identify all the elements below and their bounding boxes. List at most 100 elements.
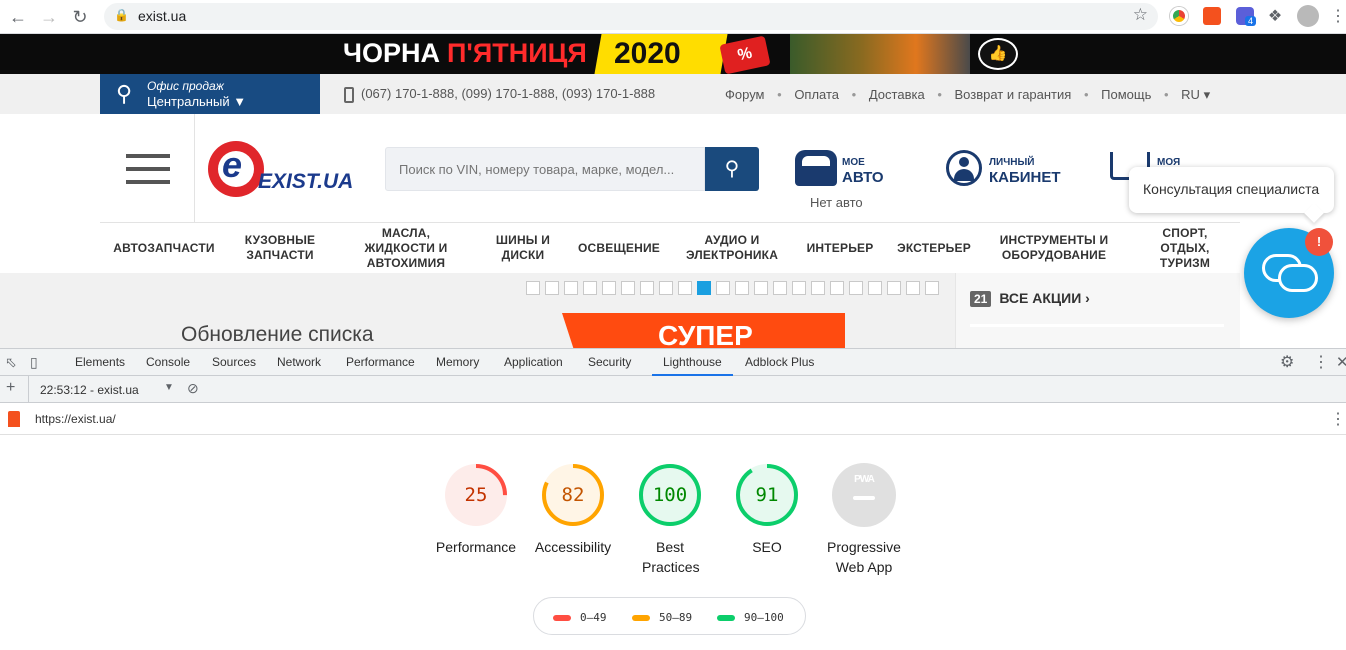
- tab-sources[interactable]: Sources: [212, 349, 256, 376]
- gauge-performance[interactable]: 25: [443, 462, 509, 528]
- category-nav: АВТОЗАПЧАСТИ КУЗОВНЫЕ ЗАПЧАСТИ МАСЛА, ЖИ…: [100, 223, 1240, 273]
- extension-icon[interactable]: 4: [1236, 7, 1257, 26]
- slider-dot[interactable]: [678, 281, 692, 295]
- gauge-label-pwa[interactable]: Progressive Web App: [804, 537, 924, 577]
- link-delivery[interactable]: Доставка: [869, 87, 925, 102]
- menu-kebab-icon[interactable]: ⋮: [1326, 5, 1346, 29]
- slider-dot[interactable]: [583, 281, 597, 295]
- gauge-accessibility[interactable]: 82: [540, 462, 606, 528]
- tab-application[interactable]: Application: [504, 349, 563, 376]
- bookmark-star-icon[interactable]: ☆: [1133, 5, 1148, 25]
- report-selector[interactable]: 22:53:12 - exist.ua: [40, 383, 139, 397]
- device-toolbar-icon[interactable]: ▯: [30, 349, 38, 376]
- slider-dot[interactable]: [811, 281, 825, 295]
- category-interior[interactable]: ИНТЕРЬЕР: [800, 223, 880, 273]
- slider-dot[interactable]: [621, 281, 635, 295]
- slider-dot[interactable]: [906, 281, 920, 295]
- gauge-seo[interactable]: 91: [734, 462, 800, 528]
- category-exterior[interactable]: ЭКСТЕРЬЕР: [892, 223, 976, 273]
- puzzle-icon[interactable]: ❖: [1263, 5, 1287, 29]
- category-lighting[interactable]: ОСВЕЩЕНИЕ: [570, 223, 668, 273]
- slide-title: Обновление списка: [181, 323, 374, 346]
- slider-dot[interactable]: [602, 281, 616, 295]
- promo-banner[interactable]: ЧОРНА П'ЯТНИЦЯ 2020 % 👍: [0, 34, 1346, 75]
- tab-elements[interactable]: Elements: [75, 349, 125, 376]
- slider-dot[interactable]: [868, 281, 882, 295]
- tab-lighthouse[interactable]: Lighthouse: [652, 349, 733, 376]
- browser-toolbar: ← → ↻ 🔒 exist.ua ☆ 4 ❖ ⋮: [0, 0, 1346, 34]
- tab-memory[interactable]: Memory: [436, 349, 479, 376]
- slider-dot[interactable]: [564, 281, 578, 295]
- new-report-plus-icon[interactable]: +: [6, 379, 15, 397]
- phone-icon: [344, 86, 354, 103]
- report-dropdown-icon[interactable]: ▼: [164, 382, 174, 393]
- search-input[interactable]: [399, 148, 699, 190]
- language-selector[interactable]: RU ▾: [1181, 87, 1210, 102]
- gauge-best-practices[interactable]: 100: [637, 462, 703, 528]
- tab-adblock-plus[interactable]: Adblock Plus: [745, 349, 814, 376]
- slider-dot[interactable]: [735, 281, 749, 295]
- slider-dot[interactable]: [659, 281, 673, 295]
- devtools-menu-icon[interactable]: ⋮: [1313, 349, 1329, 376]
- slider-pagination[interactable]: [526, 281, 944, 295]
- location-pin-icon: ⚲: [116, 81, 133, 106]
- slider-dot[interactable]: [887, 281, 901, 295]
- tab-security[interactable]: Security: [588, 349, 631, 376]
- hamburger-menu-icon[interactable]: [126, 154, 170, 184]
- avatar[interactable]: [1297, 5, 1319, 27]
- slider-dot[interactable]: [830, 281, 844, 295]
- back-icon[interactable]: ←: [6, 5, 30, 29]
- clear-reports-icon[interactable]: ⊘: [187, 380, 199, 397]
- settings-gear-icon[interactable]: ⚙: [1280, 349, 1294, 376]
- tools-image: [790, 34, 970, 74]
- slider-dot[interactable]: [773, 281, 787, 295]
- report-menu-icon[interactable]: ⋮: [1330, 409, 1346, 429]
- inspect-element-icon[interactable]: ⬁: [5, 349, 17, 376]
- category-audio[interactable]: АУДИО И ЭЛЕКТРОНИКА: [680, 223, 784, 273]
- link-help[interactable]: Помощь: [1101, 87, 1151, 102]
- category-tires[interactable]: ШИНЫ И ДИСКИ: [495, 223, 551, 273]
- slider-dot[interactable]: [640, 281, 654, 295]
- category-body-parts[interactable]: КУЗОВНЫЕ ЗАПЧАСТИ: [238, 223, 322, 273]
- slider-dot[interactable]: [545, 281, 559, 295]
- promo-count: 21: [970, 291, 992, 307]
- all-promotions-link[interactable]: 21 ВСЕ АКЦИИ ›: [970, 290, 1090, 307]
- office-name: Центральный ▼: [147, 94, 247, 109]
- user-icon[interactable]: [946, 150, 982, 186]
- tab-console[interactable]: Console: [146, 349, 190, 376]
- legend-pass: 90–100: [717, 611, 784, 624]
- search-field[interactable]: [385, 147, 705, 191]
- consult-tooltip[interactable]: Консультация специалиста: [1129, 167, 1334, 213]
- lighthouse-extension-icon[interactable]: [1203, 7, 1221, 25]
- site-logo[interactable]: e EXIST.UA: [208, 141, 358, 199]
- category-oils[interactable]: МАСЛА, ЖИДКОСТИ И АВТОХИМИЯ: [352, 223, 460, 273]
- link-forum[interactable]: Форум: [725, 87, 765, 102]
- gauge-pwa[interactable]: PWA: [831, 462, 897, 528]
- car-icon[interactable]: [795, 150, 837, 186]
- report-url[interactable]: https://exist.ua/: [35, 412, 116, 426]
- slider-dot[interactable]: [849, 281, 863, 295]
- tab-network[interactable]: Network: [277, 349, 321, 376]
- lock-icon: 🔒: [114, 8, 129, 22]
- slider-dot[interactable]: [925, 281, 939, 295]
- address-bar[interactable]: 🔒 exist.ua ☆: [104, 3, 1158, 30]
- slider-dot[interactable]: [697, 281, 711, 295]
- chrome-extension-icon[interactable]: [1170, 7, 1188, 25]
- link-payment[interactable]: Оплата: [794, 87, 839, 102]
- category-sport[interactable]: СПОРТ, ОТДЫХ, ТУРИЗМ: [1152, 223, 1218, 273]
- forward-icon[interactable]: →: [37, 5, 61, 29]
- tab-performance[interactable]: Performance: [346, 349, 415, 376]
- chat-notification-badge: !: [1305, 228, 1333, 256]
- slider-dot[interactable]: [716, 281, 730, 295]
- reload-icon[interactable]: ↻: [68, 5, 92, 29]
- slider-dot[interactable]: [526, 281, 540, 295]
- category-tools[interactable]: ИНСТРУМЕНТЫ И ОБОРУДОВАНИЕ: [996, 223, 1112, 273]
- link-returns[interactable]: Возврат и гарантия: [955, 87, 1072, 102]
- office-selector[interactable]: ⚲ Офис продаж Центральный ▼: [100, 74, 320, 114]
- search-button[interactable]: ⚲: [705, 147, 759, 191]
- close-devtools-icon[interactable]: ✕: [1336, 349, 1346, 376]
- category-autoparts[interactable]: АВТОЗАПЧАСТИ: [110, 223, 218, 273]
- banner-text-white: ЧОРНА: [343, 38, 440, 68]
- slider-dot[interactable]: [792, 281, 806, 295]
- slider-dot[interactable]: [754, 281, 768, 295]
